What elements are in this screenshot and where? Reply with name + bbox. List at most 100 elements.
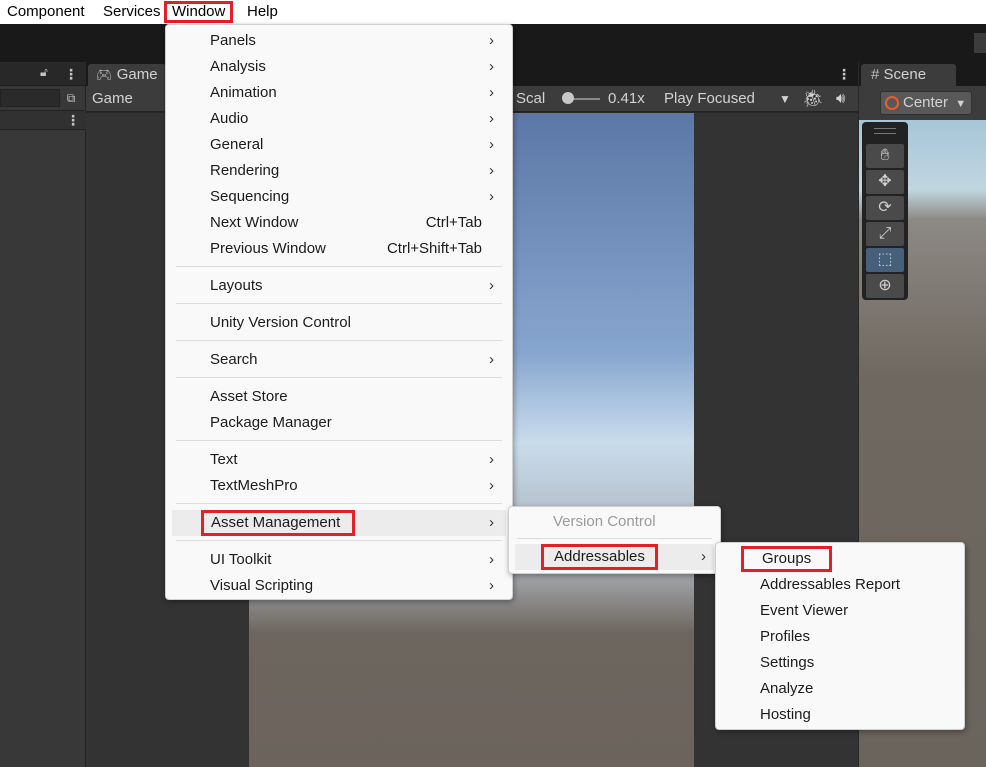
pivot-dropdown[interactable]: Center ▼: [880, 91, 972, 115]
chevron-down-icon[interactable]: ▼: [779, 86, 791, 112]
menu-item-label: Addressables Report: [760, 576, 901, 593]
transform-tool-icon[interactable]: ⊕: [866, 274, 904, 298]
tab-scene[interactable]: # Scene: [861, 64, 956, 86]
menu-item-animation[interactable]: Animation ›: [166, 80, 512, 106]
chevron-right-icon: ›: [489, 58, 494, 75]
menu-item-label: Analysis: [210, 58, 266, 75]
groups-label: Groups: [741, 546, 833, 572]
scale-slider-handle[interactable]: [562, 92, 574, 104]
drag-handle[interactable]: [874, 128, 896, 134]
menu-item-addressables[interactable]: Addressables ›: [515, 544, 714, 570]
menu-item-label: Analyze: [760, 680, 814, 697]
menubar: Component Services Window Help: [0, 0, 986, 24]
bug-icon[interactable]: 🐞︎: [802, 86, 824, 112]
shortcut-label: Ctrl+Tab: [425, 214, 482, 231]
lock-icon[interactable]: 🔓︎: [40, 65, 48, 80]
left-panel-tabbar: 🔓︎ ⋮: [0, 62, 86, 86]
menu-separator: [176, 440, 502, 441]
menu-item-label: Text: [210, 451, 238, 468]
scale-label: Scal: [516, 90, 546, 107]
rotate-tool-icon[interactable]: ⟳: [866, 196, 904, 220]
menu-item-label: Rendering: [210, 162, 280, 179]
menu-item-rendering[interactable]: Rendering ›: [166, 158, 512, 184]
tool-palette: ✋︎ ✥ ⟳ ⤢ ⬚ ⊕: [862, 122, 908, 300]
scale-tool-icon[interactable]: ⤢: [866, 222, 904, 246]
menu-item-groups[interactable]: Groups: [716, 546, 964, 572]
menu-item-label: Unity Version Control: [210, 314, 351, 331]
menu-item-version-control: Version Control: [509, 509, 720, 535]
chevron-right-icon: ›: [489, 351, 494, 368]
pivot-icon: [885, 96, 899, 110]
menu-separator: [176, 540, 502, 541]
menu-item-search[interactable]: Search ›: [166, 347, 512, 373]
menu-item-label: Visual Scripting: [210, 577, 314, 594]
hand-tool-icon[interactable]: ✋︎: [866, 144, 904, 168]
search-input[interactable]: [0, 89, 60, 107]
menu-item-layouts[interactable]: Layouts ›: [166, 273, 512, 299]
menu-separator: [176, 303, 502, 304]
kebab-menu-icon[interactable]: ⋮: [64, 67, 78, 81]
tab-game-label: Game: [116, 66, 158, 83]
menu-item-label: Search: [210, 351, 258, 368]
left-panel-row: ⋮: [0, 110, 86, 130]
menu-item-unity-version-control[interactable]: Unity Version Control: [166, 310, 512, 336]
addressables-label: Addressables: [541, 544, 658, 570]
menu-item-analysis[interactable]: Analysis ›: [166, 54, 512, 80]
menu-services[interactable]: Services: [103, 0, 161, 24]
kebab-menu-icon[interactable]: ⋮: [837, 67, 851, 81]
maximize-icon[interactable]: ⧉: [62, 90, 80, 106]
move-tool-icon[interactable]: ✥: [866, 170, 904, 194]
display-dropdown[interactable]: Game: [92, 86, 133, 112]
menu-item-visual-scripting[interactable]: Visual Scripting ›: [166, 573, 512, 599]
chevron-right-icon: ›: [489, 551, 494, 568]
menu-item-label: Next Window: [210, 214, 299, 231]
menu-item-text[interactable]: Text ›: [166, 447, 512, 473]
speaker-icon[interactable]: 🔊︎: [836, 86, 845, 112]
chevron-right-icon: ›: [489, 188, 494, 205]
scale-value: 0.41x: [608, 90, 645, 107]
menu-item-next-window[interactable]: Next Window Ctrl+Tab: [166, 210, 512, 236]
menu-item-hosting[interactable]: Hosting: [716, 702, 964, 728]
menu-window[interactable]: Window: [164, 1, 234, 23]
menu-help[interactable]: Help: [247, 0, 278, 24]
menu-item-general[interactable]: General ›: [166, 132, 512, 158]
menu-item-event-viewer[interactable]: Event Viewer: [716, 598, 964, 624]
menu-item-ui-toolkit[interactable]: UI Toolkit ›: [166, 547, 512, 573]
toolbar-button[interactable]: [974, 33, 986, 53]
menu-item-analyze[interactable]: Analyze: [716, 676, 964, 702]
menu-item-label: Previous Window: [210, 240, 326, 257]
menu-separator: [517, 538, 712, 539]
menu-item-asset-management[interactable]: Asset Management ›: [172, 510, 506, 536]
menu-item-label: Profiles: [760, 628, 811, 645]
chevron-right-icon: ›: [701, 548, 706, 565]
chevron-right-icon: ›: [489, 32, 494, 49]
scene-tabbar: # Scene: [859, 62, 986, 86]
menu-separator: [176, 340, 502, 341]
menu-component[interactable]: Component: [7, 0, 85, 24]
menu-item-label: TextMeshPro: [210, 477, 298, 494]
menu-separator: [176, 377, 502, 378]
kebab-menu-icon[interactable]: ⋮: [66, 113, 80, 127]
menu-item-package-manager[interactable]: Package Manager: [166, 410, 512, 436]
pivot-label: Center: [903, 94, 949, 111]
chevron-right-icon: ›: [489, 136, 494, 153]
menu-item-settings[interactable]: Settings: [716, 650, 964, 676]
menu-item-previous-window[interactable]: Previous Window Ctrl+Shift+Tab: [166, 236, 512, 262]
menu-separator: [176, 503, 502, 504]
menu-item-panels[interactable]: Panels ›: [166, 28, 512, 54]
rect-tool-icon[interactable]: ⬚: [866, 248, 904, 272]
tab-game[interactable]: 🎮︎ Game: [88, 64, 166, 86]
menu-item-asset-store[interactable]: Asset Store: [166, 384, 512, 410]
chevron-down-icon: ▼: [955, 98, 967, 110]
menu-item-profiles[interactable]: Profiles: [716, 624, 964, 650]
scene-toolbar: Center ▼: [859, 86, 986, 120]
play-mode-dropdown[interactable]: Play Focused: [664, 86, 755, 112]
menu-item-label: Version Control: [553, 513, 656, 530]
chevron-right-icon: ›: [489, 477, 494, 494]
menu-item-addressables-report[interactable]: Addressables Report: [716, 572, 964, 598]
shortcut-label: Ctrl+Shift+Tab: [386, 240, 482, 257]
menu-item-textmeshpro[interactable]: TextMeshPro ›: [166, 473, 512, 499]
menu-item-label: UI Toolkit: [210, 551, 272, 568]
menu-item-audio[interactable]: Audio ›: [166, 106, 512, 132]
menu-item-sequencing[interactable]: Sequencing ›: [166, 184, 512, 210]
